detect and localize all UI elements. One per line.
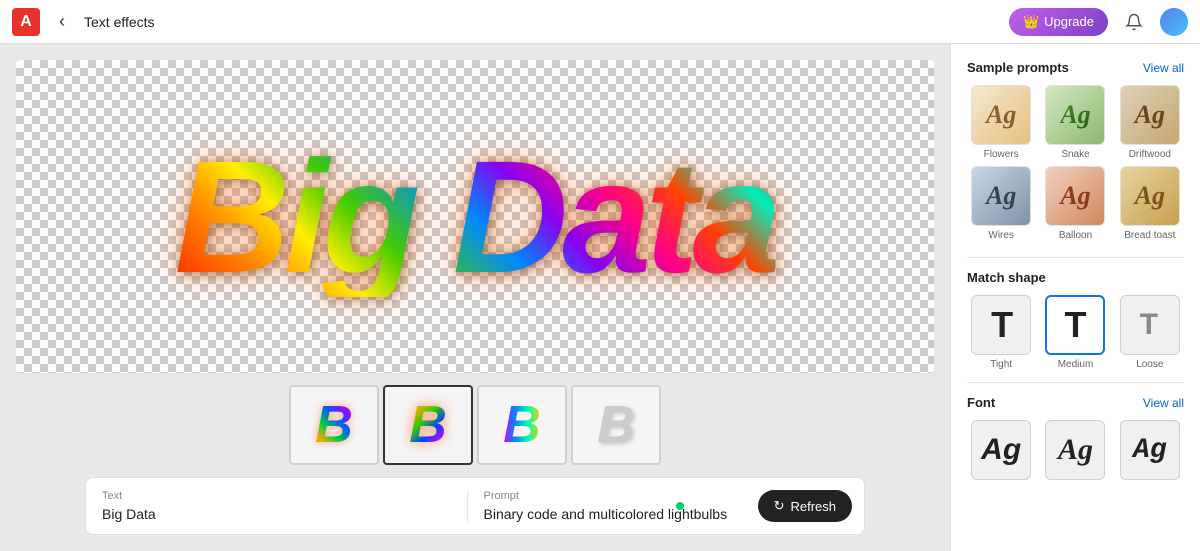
divider-2 (967, 382, 1184, 383)
sample-balloon-label: Balloon (1059, 230, 1092, 241)
refresh-button[interactable]: ↻ Refresh (758, 490, 852, 522)
preview-text: Big Data (175, 137, 776, 297)
shape-loose-thumb: T (1120, 295, 1180, 355)
font-header: Font View all (967, 395, 1184, 410)
text-value[interactable]: Big Data (102, 506, 467, 522)
sample-snake-thumb: Ag (1045, 85, 1105, 145)
shape-loose-label: Loose (1136, 359, 1163, 370)
right-sidebar: Sample prompts View all Ag Flowers Ag Sn… (950, 44, 1200, 551)
shape-medium-label: Medium (1058, 359, 1094, 370)
page-title: Text effects (84, 14, 1001, 30)
font-grid: Ag Ag Ag (967, 420, 1184, 480)
shape-medium[interactable]: T Medium (1041, 295, 1109, 370)
topbar-actions: 👑 Upgrade (1009, 8, 1188, 36)
sample-wires[interactable]: Ag Wires (967, 166, 1035, 241)
shape-tight[interactable]: T Tight (967, 295, 1035, 370)
sample-prompts-grid: Ag Flowers Ag Snake Ag Driftwood Ag (967, 85, 1184, 241)
sample-wires-label: Wires (988, 230, 1014, 241)
main-preview: Big Data (16, 60, 934, 373)
match-shape-header: Match shape (967, 270, 1184, 285)
refresh-icon: ↻ (774, 498, 785, 514)
thumbnail-4[interactable]: B (571, 385, 661, 465)
sample-breadtoast-thumb: Ag (1120, 166, 1180, 226)
canvas-area: Big Data B B B B Text Big Data (0, 44, 950, 551)
prompt-status-dot (676, 502, 684, 510)
font-1-thumb: Ag (971, 420, 1031, 480)
sample-balloon-thumb: Ag (1045, 166, 1105, 226)
back-button[interactable]: ‹ (48, 8, 76, 36)
thumbnail-2[interactable]: B (383, 385, 473, 465)
font-1[interactable]: Ag (967, 420, 1035, 480)
notifications-button[interactable] (1120, 8, 1148, 36)
sample-flowers-thumb: Ag (971, 85, 1031, 145)
shape-tight-thumb: T (971, 295, 1031, 355)
upgrade-icon: 👑 (1023, 14, 1039, 30)
input-panel: Text Big Data Prompt Binary code and mul… (85, 477, 865, 535)
font-3[interactable]: Ag (1116, 420, 1184, 480)
thumbnail-strip: B B B B (289, 385, 661, 465)
sample-prompts-title: Sample prompts (967, 60, 1069, 75)
sample-driftwood[interactable]: Ag Driftwood (1116, 85, 1184, 160)
sample-snake-label: Snake (1061, 149, 1089, 160)
app-logo[interactable]: A (12, 8, 40, 36)
font-3-thumb: Ag (1120, 420, 1180, 480)
sample-prompts-view-all[interactable]: View all (1143, 61, 1184, 75)
text-section: Text Big Data (102, 490, 467, 522)
shape-tight-label: Tight (990, 359, 1012, 370)
sample-prompts-header: Sample prompts View all (967, 60, 1184, 75)
sample-flowers[interactable]: Ag Flowers (967, 85, 1035, 160)
user-avatar[interactable] (1160, 8, 1188, 36)
divider-1 (967, 257, 1184, 258)
sample-flowers-label: Flowers (984, 149, 1019, 160)
sample-driftwood-label: Driftwood (1129, 149, 1171, 160)
thumbnail-1[interactable]: B (289, 385, 379, 465)
sample-breadtoast-label: Bread toast (1124, 230, 1175, 241)
sample-breadtoast[interactable]: Ag Bread toast (1116, 166, 1184, 241)
sample-wires-thumb: Ag (971, 166, 1031, 226)
font-2[interactable]: Ag (1041, 420, 1109, 480)
main-area: Big Data B B B B Text Big Data (0, 44, 1200, 551)
match-shape-title: Match shape (967, 270, 1046, 285)
shape-medium-thumb: T (1045, 295, 1105, 355)
font-2-thumb: Ag (1045, 420, 1105, 480)
shape-loose[interactable]: T Loose (1116, 295, 1184, 370)
sample-balloon[interactable]: Ag Balloon (1041, 166, 1109, 241)
text-label: Text (102, 490, 467, 502)
upgrade-button[interactable]: 👑 Upgrade (1009, 8, 1108, 36)
sample-snake[interactable]: Ag Snake (1041, 85, 1109, 160)
font-view-all[interactable]: View all (1143, 396, 1184, 410)
font-title: Font (967, 395, 995, 410)
sample-driftwood-thumb: Ag (1120, 85, 1180, 145)
match-shape-grid: T Tight T Medium T Loose (967, 295, 1184, 370)
thumbnail-3[interactable]: B (477, 385, 567, 465)
topbar: A ‹ Text effects 👑 Upgrade (0, 0, 1200, 44)
